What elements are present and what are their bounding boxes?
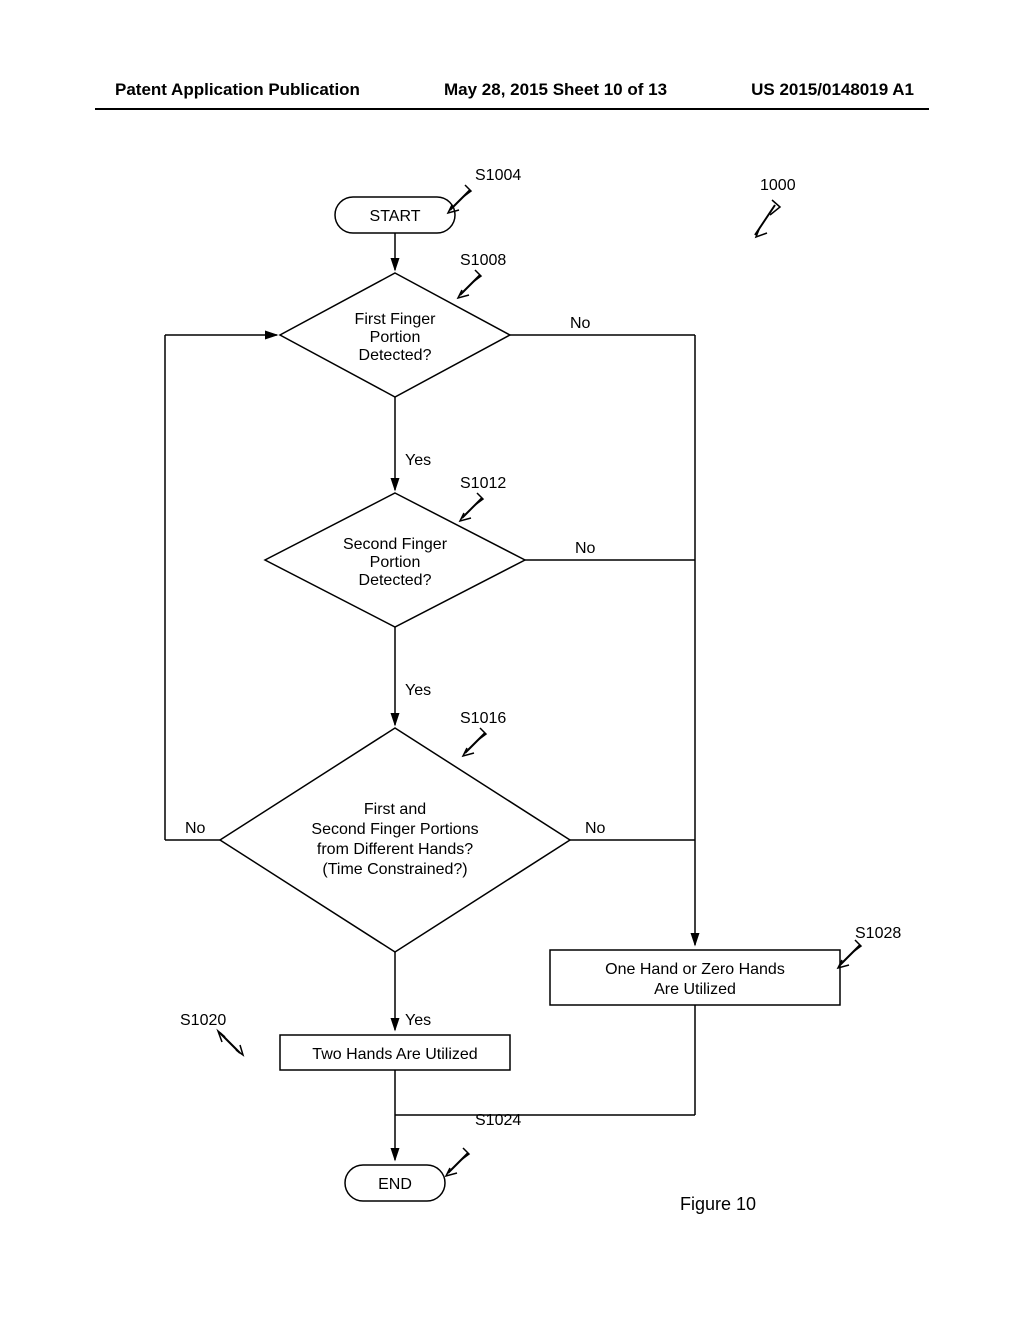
d3-line1: First and <box>364 801 426 818</box>
header-patent-number: US 2015/0148019 A1 <box>751 80 914 100</box>
header-date-sheet: May 28, 2015 Sheet 10 of 13 <box>444 80 667 100</box>
d3-line4: (Time Constrained?) <box>322 861 467 878</box>
d1-line2: Portion <box>370 329 421 346</box>
box1-text: Two Hands Are Utilized <box>312 1046 477 1063</box>
flowchart-diagram: 1000 START S1004 First Finger Portion De… <box>0 155 1024 1275</box>
start-label: START <box>370 208 421 225</box>
d2-line1: Second Finger <box>343 536 448 553</box>
d3-no-left: No <box>185 820 206 837</box>
d2-yes: Yes <box>405 682 431 699</box>
ref-overall: 1000 <box>760 177 796 194</box>
d3-no-right: No <box>585 820 606 837</box>
ref-s1024: S1024 <box>475 1112 521 1129</box>
ref-s1016: S1016 <box>460 710 506 727</box>
d1-line1: First Finger <box>355 311 437 328</box>
d3-line3: from Different Hands? <box>317 841 473 858</box>
header-divider <box>95 108 929 110</box>
ref-s1004: S1004 <box>475 167 521 184</box>
box2-line2: Are Utilized <box>654 981 736 998</box>
d3-line2: Second Finger Portions <box>311 821 478 838</box>
ref-s1012: S1012 <box>460 475 506 492</box>
box2-line1: One Hand or Zero Hands <box>605 961 785 978</box>
d2-line2: Portion <box>370 554 421 571</box>
ref-s1008: S1008 <box>460 252 506 269</box>
end-label: END <box>378 1176 412 1193</box>
d2-no: No <box>575 540 596 557</box>
ref-s1020: S1020 <box>180 1012 226 1029</box>
d2-line3: Detected? <box>359 572 432 589</box>
d3-yes: Yes <box>405 1012 431 1029</box>
d1-yes: Yes <box>405 452 431 469</box>
header-publication: Patent Application Publication <box>115 80 360 100</box>
d1-no: No <box>570 315 591 332</box>
figure-caption: Figure 10 <box>680 1194 756 1214</box>
decision-different-hands <box>220 728 570 952</box>
ref-s1028: S1028 <box>855 925 901 942</box>
d1-line3: Detected? <box>359 347 432 364</box>
